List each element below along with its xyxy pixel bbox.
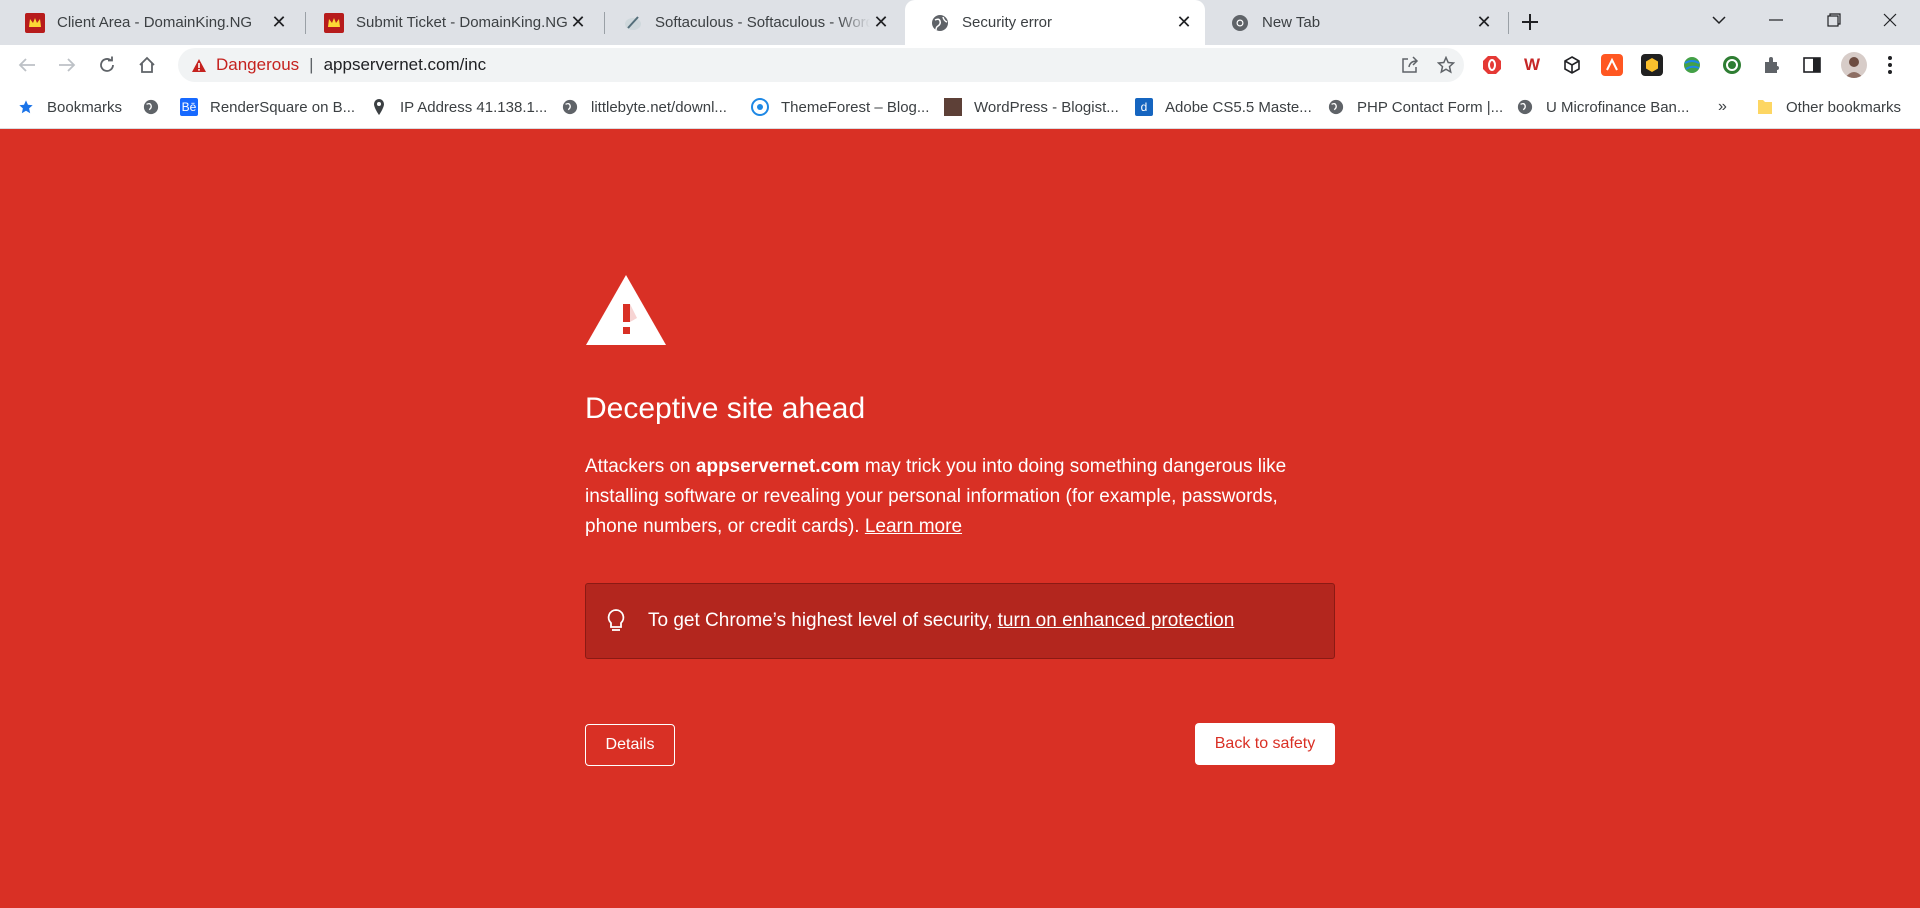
tab-submit-ticket[interactable]: Submit Ticket - DomainKing.NG ✕ xyxy=(299,0,599,45)
globe-icon xyxy=(142,98,160,116)
tab-search-chevron-down-icon[interactable] xyxy=(1695,0,1743,40)
bookmark-label: WordPress - Blogist... xyxy=(974,98,1119,116)
tab-softaculous[interactable]: Softaculous - Softaculous - Word ✕ xyxy=(598,0,902,45)
folder-icon xyxy=(1756,98,1774,116)
forward-arrow-icon[interactable] xyxy=(51,49,83,81)
close-window-button[interactable] xyxy=(1866,0,1914,40)
tab-title: New Tab xyxy=(1262,14,1321,31)
globe-extension-icon[interactable] xyxy=(1681,54,1703,76)
w-extension-icon[interactable]: W xyxy=(1521,54,1543,76)
chrome-icon xyxy=(1230,13,1250,33)
bookmark-littlebyte[interactable]: littlebyte.net/downl... xyxy=(561,97,727,117)
bookmark-other-bookmarks[interactable]: Other bookmarks xyxy=(1756,97,1901,117)
globe-icon xyxy=(930,13,950,33)
bookmark-rendersquare[interactable]: Bē RenderSquare on B... xyxy=(180,97,355,117)
bookmark-wordpress[interactable]: WordPress - Blogist... xyxy=(944,97,1119,117)
tab-strip: Client Area - DomainKing.NG ✕ Submit Tic… xyxy=(0,0,1920,45)
themeforest-icon xyxy=(751,98,769,116)
bookmark-microfinance[interactable]: U Microfinance Ban... xyxy=(1516,97,1689,117)
bookmark-label: littlebyte.net/downl... xyxy=(591,98,727,116)
bookmark-themeforest[interactable]: ThemeForest – Blog... xyxy=(751,97,929,117)
warning-triangle-icon xyxy=(190,56,208,74)
side-panel-icon[interactable] xyxy=(1801,54,1823,76)
bookmark-label: IP Address 41.138.1... xyxy=(400,98,548,116)
more-menu-icon[interactable] xyxy=(1879,54,1901,76)
hex-extension-icon[interactable] xyxy=(1641,54,1663,76)
page-title: Deceptive site ahead xyxy=(585,392,866,425)
bookmark-bookmarks[interactable]: Bookmarks xyxy=(17,97,122,117)
home-icon[interactable] xyxy=(131,49,163,81)
globe-icon xyxy=(1516,98,1534,116)
omnibox[interactable]: Dangerous | appservernet.com/inc xyxy=(178,48,1464,82)
warning-triangle-icon xyxy=(586,275,666,345)
bookmark-label: PHP Contact Form |... xyxy=(1357,98,1504,116)
globe-icon xyxy=(1327,98,1345,116)
tab-divider xyxy=(1508,12,1509,34)
restore-button[interactable] xyxy=(1810,0,1858,40)
bookmark-php-contact[interactable]: PHP Contact Form |... xyxy=(1327,97,1503,117)
blogist-thumbnail-icon xyxy=(944,98,962,116)
close-icon[interactable]: ✕ xyxy=(567,12,589,34)
close-icon[interactable]: ✕ xyxy=(870,12,892,34)
new-tab-button[interactable] xyxy=(1516,8,1544,36)
enhanced-protection-banner: To get Chrome’s highest level of securit… xyxy=(585,583,1335,659)
bookmarks-bar: Bookmarks Bē RenderSquare on B... IP Add… xyxy=(0,85,1920,129)
cube-extension-icon[interactable] xyxy=(1561,54,1583,76)
bookmark-label: RenderSquare on B... xyxy=(210,98,356,116)
tab-title: Softaculous - Softaculous - Word xyxy=(655,14,870,31)
enhanced-prefix: To get Chrome’s highest level of securit… xyxy=(648,610,993,631)
bookmark-adobe[interactable]: d Adobe CS5.5 Maste... xyxy=(1135,97,1312,117)
back-to-safety-button[interactable]: Back to safety xyxy=(1195,723,1335,765)
behance-icon: Bē xyxy=(180,98,198,116)
browser-toolbar: Dangerous | appservernet.com/inc W xyxy=(0,45,1920,85)
back-arrow-icon[interactable] xyxy=(11,49,43,81)
enhanced-protection-link[interactable]: turn on enhanced protection xyxy=(998,610,1235,632)
bookmark-label: Other bookmarks xyxy=(1786,98,1902,116)
softaculous-favicon-icon xyxy=(623,13,643,33)
omnibox-separator: | xyxy=(309,55,314,74)
bookmark-label: Bookmarks xyxy=(47,98,123,116)
share-icon[interactable] xyxy=(1392,56,1428,74)
omnibox-actions xyxy=(1392,48,1464,82)
profile-avatar[interactable] xyxy=(1841,52,1867,78)
desc-prefix: Attackers on xyxy=(585,456,696,477)
orange-extension-icon[interactable] xyxy=(1601,54,1623,76)
crown-favicon-icon xyxy=(25,12,45,33)
security-chip-label[interactable]: Dangerous xyxy=(216,55,299,75)
tab-security-error[interactable]: Security error ✕ xyxy=(905,0,1205,45)
reload-icon[interactable] xyxy=(91,49,123,81)
globe-icon xyxy=(561,98,579,116)
close-icon[interactable]: ✕ xyxy=(1173,12,1195,34)
bookmarks-overflow-chevron-icon[interactable]: » xyxy=(1718,97,1727,117)
bookmark-star-icon[interactable] xyxy=(1428,56,1464,74)
tab-client-area[interactable]: Client Area - DomainKing.NG ✕ xyxy=(0,0,300,45)
bookmark-globe[interactable] xyxy=(142,97,172,117)
tab-title: Client Area - DomainKing.NG xyxy=(57,14,253,31)
minimize-button[interactable] xyxy=(1752,0,1800,40)
bookmark-label: Adobe CS5.5 Maste... xyxy=(1165,98,1312,116)
learn-more-link[interactable]: Learn more xyxy=(865,516,962,537)
crown-favicon-icon xyxy=(324,12,344,33)
tab-title: Submit Ticket - DomainKing.NG xyxy=(356,14,567,31)
lightbulb-icon xyxy=(604,607,628,635)
star-icon xyxy=(17,98,35,116)
tab-title: Security error xyxy=(962,14,1053,31)
green-circle-extension-icon[interactable] xyxy=(1721,54,1743,76)
bookmark-label: U Microfinance Ban... xyxy=(1546,98,1690,116)
bookmark-label: ThemeForest – Blog... xyxy=(781,98,930,116)
tab-new-tab[interactable]: New Tab ✕ xyxy=(1205,0,1505,45)
close-icon[interactable]: ✕ xyxy=(268,12,290,34)
d-site-icon: d xyxy=(1135,98,1153,116)
url-text[interactable]: appservernet.com/inc xyxy=(324,55,487,75)
close-icon[interactable]: ✕ xyxy=(1473,12,1495,34)
desc-domain: appservernet.com xyxy=(695,456,860,477)
bookmark-ip-address[interactable]: IP Address 41.138.1... xyxy=(370,97,547,117)
puzzle-extensions-icon[interactable] xyxy=(1761,54,1783,76)
page-description: Attackers on appservernet.com may trick … xyxy=(585,452,1335,542)
opera-ad-block-icon[interactable] xyxy=(1481,54,1503,76)
location-pin-icon xyxy=(370,98,388,116)
details-button[interactable]: Details xyxy=(585,724,675,766)
